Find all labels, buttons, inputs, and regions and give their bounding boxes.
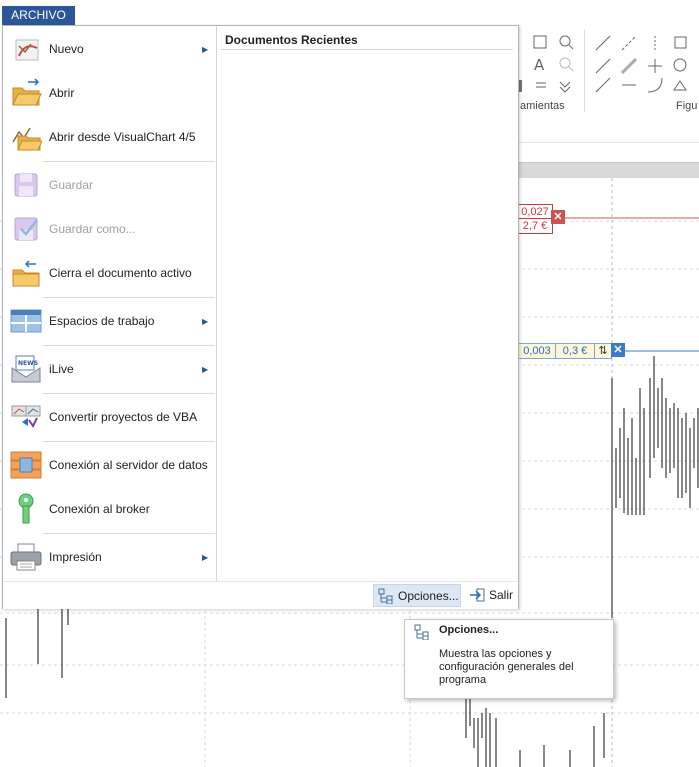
recent-documents-title: Documentos Recientes (225, 33, 358, 47)
tooltip-description: Muestra las opciones y configuración gen… (439, 648, 574, 686)
menu-item-label: Espacios de trabajo (49, 314, 155, 328)
menu-separator (43, 297, 215, 298)
workspaces-icon (9, 304, 43, 338)
menu-separator (43, 441, 215, 442)
save-as-icon (9, 212, 43, 246)
menu-item-workspaces[interactable]: Espacios de trabajo ▶ (5, 300, 216, 342)
file-menu-footer: Opciones... Salir (3, 581, 518, 609)
close-document-icon (9, 256, 43, 290)
menu-item-label: Nuevo (49, 42, 84, 56)
remove-blue-level-icon[interactable]: ✕ (611, 343, 625, 357)
ribbon-group-label: Figu (676, 100, 698, 112)
menu-item-print[interactable]: Impresión ▶ (5, 536, 216, 578)
menu-item-save[interactable]: Guardar (5, 164, 216, 206)
chart-tab-bar[interactable] (518, 162, 699, 179)
menu-item-ilive[interactable]: NEWS iLive ▶ (5, 348, 216, 390)
open-folder-icon (9, 76, 43, 110)
submenu-arrow-icon: ▶ (202, 364, 209, 374)
data-server-icon (9, 448, 43, 482)
menu-item-label: Cierra el documento activo (49, 266, 192, 280)
file-tab[interactable]: ARCHIVO (2, 6, 75, 25)
options-tooltip: Opciones... Muestra las opciones y confi… (404, 619, 614, 699)
menu-item-label: Abrir desde VisualChart 4/5 (49, 130, 196, 144)
exit-icon (469, 587, 485, 603)
zoom-icon (559, 35, 571, 47)
menu-item-label: Abrir (49, 86, 75, 100)
blue-level-value: 0,003 (518, 343, 556, 359)
ribbon-group-label: amientas (520, 100, 565, 112)
options-icon (414, 624, 430, 640)
recent-documents-divider (221, 49, 513, 50)
red-level-value: 0,027 (517, 204, 553, 219)
new-chart-icon (9, 32, 43, 66)
file-menu-commands: Nuevo ▶ Abrir Abrir desde VisualChart 4/… (3, 26, 216, 581)
tooltip-title: Opciones... (439, 624, 499, 636)
submenu-arrow-icon: ▶ (202, 552, 209, 562)
menu-item-convert-vba[interactable]: Convertir proyectos de VBA (5, 396, 216, 438)
ribbon-separator (584, 30, 585, 112)
broker-key-icon (9, 492, 43, 526)
convert-vba-icon (9, 400, 43, 434)
menu-divider (216, 26, 217, 581)
menu-item-data-server[interactable]: Conexión al servidor de datos (5, 444, 216, 486)
menu-item-label: Convertir proyectos de VBA (49, 410, 198, 424)
options-icon (378, 588, 394, 604)
menu-separator (43, 393, 215, 394)
ribbon-tools-icons: A (518, 35, 687, 93)
menu-separator (43, 533, 215, 534)
menu-item-broker[interactable]: Conexión al broker (5, 488, 216, 530)
ribbon: A amientas Figu (518, 0, 699, 119)
menu-separator (43, 345, 215, 346)
options-button-label: Opciones... (398, 588, 459, 603)
menu-item-new[interactable]: Nuevo ▶ (5, 28, 216, 70)
menu-item-label: Impresión (49, 550, 102, 564)
menu-item-label: Guardar (49, 178, 94, 192)
menu-item-label: Guardar como... (49, 222, 136, 236)
select-rect-icon (533, 35, 547, 49)
menu-item-open-visualchart[interactable]: Abrir desde VisualChart 4/5 (5, 116, 216, 158)
menu-item-label: iLive (49, 362, 74, 376)
remove-red-level-icon[interactable]: ✕ (551, 210, 565, 224)
exit-button[interactable]: Salir (465, 584, 515, 605)
svg-text:NEWS: NEWS (18, 360, 38, 367)
svg-text:A: A (534, 56, 545, 74)
file-menu: Nuevo ▶ Abrir Abrir desde VisualChart 4/… (2, 25, 519, 609)
news-icon: NEWS (9, 352, 43, 386)
submenu-arrow-icon: ▶ (202, 316, 209, 326)
menu-item-open[interactable]: Abrir (5, 72, 216, 114)
menu-item-close-document[interactable]: Cierra el documento activo (5, 252, 216, 294)
menu-separator (43, 161, 215, 162)
exit-button-label: Salir (489, 587, 514, 602)
save-icon (9, 168, 43, 202)
menu-item-label: Conexión al broker (49, 502, 150, 516)
blue-level-amount: 0,3 € (555, 343, 595, 359)
open-visualchart-icon (9, 120, 43, 154)
menu-item-save-as[interactable]: Guardar como... (5, 208, 216, 250)
options-button[interactable]: Opciones... (373, 584, 461, 607)
red-level-amount: 2,7 € (517, 218, 553, 234)
swap-level-icon[interactable]: ⇅ (594, 343, 612, 359)
toolbar-strip (518, 118, 699, 143)
printer-icon (9, 540, 43, 574)
submenu-arrow-icon: ▶ (202, 44, 209, 54)
zoom-out-icon (559, 57, 571, 69)
menu-item-label: Conexión al servidor de datos (49, 458, 208, 472)
